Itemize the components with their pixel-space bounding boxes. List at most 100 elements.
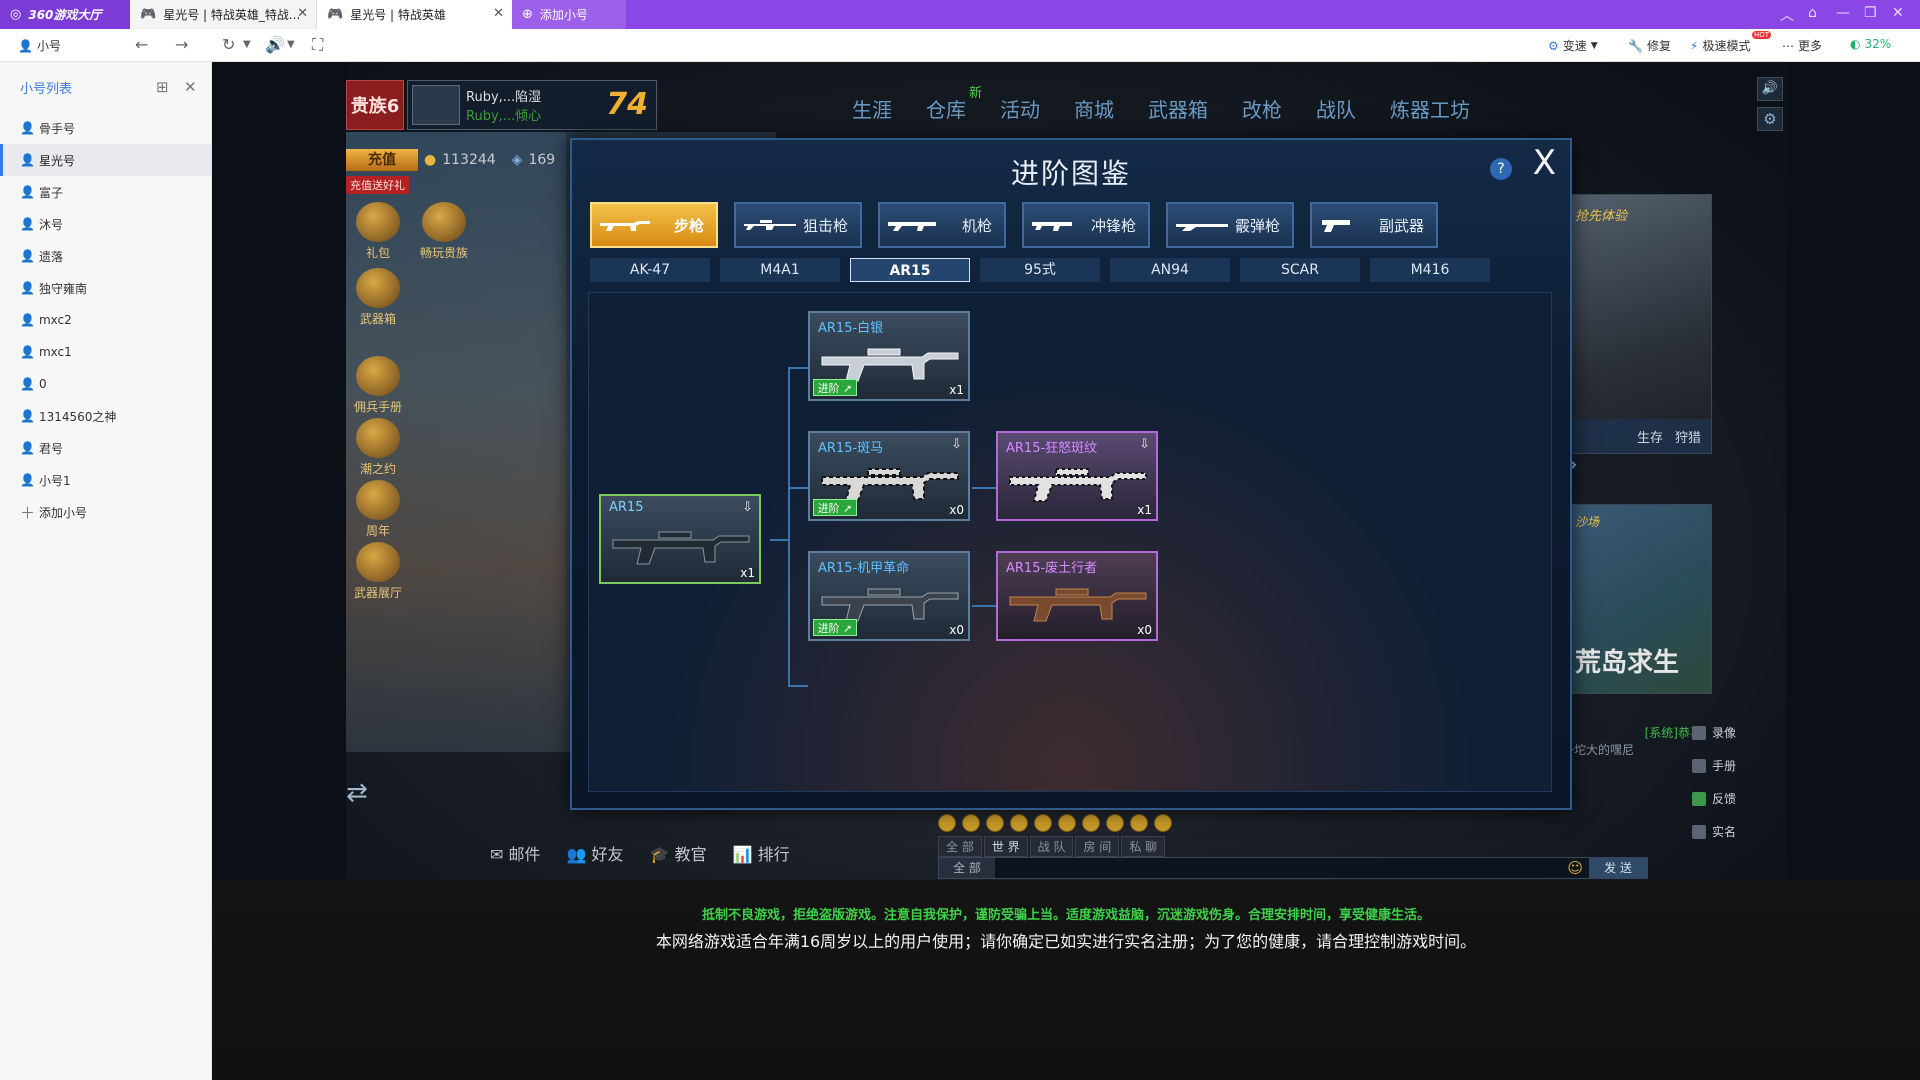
speaker-icon[interactable]: 🔊 <box>1757 77 1783 101</box>
mercenary-manual-button[interactable]: 佣兵手册 <box>352 356 404 415</box>
close-window-icon[interactable]: ✕ <box>1892 5 1904 21</box>
minimize-icon[interactable]: — <box>1836 5 1850 21</box>
vip-play-button[interactable]: 畅玩贵族 <box>418 202 470 261</box>
nav-modify-gun[interactable]: 改枪 <box>1242 94 1282 123</box>
friends-link[interactable]: 👥 好友 <box>567 841 624 865</box>
emoji-icon[interactable] <box>986 814 1004 832</box>
close-tab-icon[interactable]: ✕ <box>297 6 308 21</box>
repair-button[interactable]: 🔧 修复 <box>1628 37 1671 54</box>
ranking-link[interactable]: 📊 排行 <box>733 841 790 865</box>
tab-sniper[interactable]: 狙击枪 <box>734 202 862 248</box>
weapon-card-ar15-wild[interactable]: AR15-狂怒斑纹 ⇩ x1 <box>996 431 1158 521</box>
swap-icon[interactable]: ⇄ <box>346 778 368 808</box>
chat-tab-all[interactable]: 全 部 <box>938 836 982 857</box>
weapon-card-ar15[interactable]: AR15 ⇩ x1 <box>599 494 761 584</box>
emoji-icon[interactable] <box>962 814 980 832</box>
help-icon[interactable]: ? <box>1490 158 1512 180</box>
feedback-link[interactable]: 反馈 <box>1692 790 1736 807</box>
chat-tab-world[interactable]: 世 界 <box>983 836 1028 857</box>
tab-m416[interactable]: M416 <box>1370 258 1490 282</box>
anniversary-button[interactable]: 周年 <box>352 480 404 539</box>
emoji-icon[interactable] <box>1082 814 1100 832</box>
sidebar-item-account[interactable]: 👤 沐号 <box>0 208 211 240</box>
download-icon[interactable]: ⇩ <box>742 500 753 515</box>
close-modal-button[interactable]: X <box>1533 146 1556 180</box>
collapse-icon[interactable]: ︿ <box>1780 5 1794 25</box>
sidebar-item-account[interactable]: 👤 独守雍南 <box>0 272 211 304</box>
weapon-gallery-button[interactable]: 武器展厅 <box>352 542 404 601</box>
back-arrow-icon[interactable]: ← <box>135 35 148 54</box>
tab-game-2[interactable]: 🎮 星光号 | 特战英雄 ✕ <box>317 0 512 29</box>
fullscreen-icon[interactable]: ⛶ <box>312 35 323 55</box>
more-button[interactable]: ⋯ 更多 <box>1782 37 1822 54</box>
download-icon[interactable]: ⇩ <box>951 437 962 452</box>
tab-rifle[interactable]: 步枪 <box>590 202 718 248</box>
advance-button[interactable]: 进阶 ➚ <box>813 499 857 516</box>
sidebar-item-account[interactable]: 👤 mxc2 <box>0 304 211 336</box>
sidebar-item-account[interactable]: 👤 富子 <box>0 176 211 208</box>
weapon-card-ar15-silver[interactable]: AR15-白银 进阶 ➚ x1 <box>808 311 970 401</box>
grid-view-icon[interactable]: ⊞ <box>156 78 169 96</box>
tab-scar[interactable]: SCAR <box>1240 258 1360 282</box>
home-icon[interactable]: ⌂ <box>1808 5 1817 21</box>
restore-icon[interactable]: ❐ <box>1864 5 1877 21</box>
nav-weapon-box[interactable]: 武器箱 <box>1148 94 1208 123</box>
instructor-link[interactable]: 🎓 教官 <box>650 841 707 865</box>
tab-add-account[interactable]: ⊕ 添加小号 <box>512 0 626 29</box>
tab-smg[interactable]: 冲锋枪 <box>1022 202 1150 248</box>
tab-ar15[interactable]: AR15 <box>850 258 970 282</box>
nav-forge[interactable]: 炼器工坊 <box>1390 94 1470 123</box>
weapon-card-ar15-zebra[interactable]: AR15-斑马 ⇩ 进阶 ➚ x0 <box>808 431 970 521</box>
sidebar-item-account[interactable]: 👤 遗落 <box>0 240 211 272</box>
realname-link[interactable]: 实名 <box>1692 823 1736 840</box>
weapon-box-button[interactable]: 武器箱 <box>352 268 404 327</box>
tab-sidearm[interactable]: 副武器 <box>1310 202 1438 248</box>
emoji-icon[interactable] <box>1154 814 1172 832</box>
volume-icon[interactable]: 🔊 <box>265 35 285 54</box>
nav-warehouse[interactable]: 仓库新 <box>926 86 982 123</box>
event-banner-1[interactable]: 抢先体验 生存 狩猎 <box>1562 194 1712 454</box>
weapon-card-ar15-wasteland[interactable]: AR15-废土行者 x0 <box>996 551 1158 641</box>
tab-ak47[interactable]: AK-47 <box>590 258 710 282</box>
download-icon[interactable]: ⇩ <box>1139 437 1150 452</box>
chat-tab-team[interactable]: 战 队 <box>1029 836 1074 857</box>
recharge-button[interactable]: 充值 <box>346 149 418 171</box>
chat-tab-room[interactable]: 房 间 <box>1075 836 1120 857</box>
sidebar-item-account[interactable]: 👤 1314560之神 <box>0 400 211 432</box>
tab-shotgun[interactable]: 霰弹枪 <box>1166 202 1294 248</box>
sidebar-item-account[interactable]: 👤 君号 <box>0 432 211 464</box>
speed-button[interactable]: ⚙ 变速 ▼ <box>1548 37 1598 54</box>
emoji-icon[interactable] <box>938 814 956 832</box>
tab-m4a1[interactable]: M4A1 <box>720 258 840 282</box>
tab-type95[interactable]: 95式 <box>980 258 1100 282</box>
tab-machine-gun[interactable]: 机枪 <box>878 202 1006 248</box>
turbo-mode-button[interactable]: ⚡ 极速模式 HOT <box>1690 31 1772 54</box>
nav-events[interactable]: 活动 <box>1000 94 1040 123</box>
sidebar-item-account[interactable]: 👤 骨手号 <box>0 112 211 144</box>
volume-dropdown-icon[interactable]: ▼ <box>287 39 295 50</box>
account-button[interactable]: 👤 小号 <box>18 37 61 54</box>
chat-tab-private[interactable]: 私 聊 <box>1121 836 1166 857</box>
emoji-icon[interactable] <box>1106 814 1124 832</box>
close-sidebar-icon[interactable]: ✕ <box>184 78 197 96</box>
forward-arrow-icon[interactable]: → <box>175 35 188 54</box>
advance-button[interactable]: 进阶 ➚ <box>813 379 857 396</box>
chat-input[interactable]: 全 部 ☺ 发 送 <box>938 857 1648 879</box>
chat-scope-select[interactable]: 全 部 <box>939 858 995 878</box>
emoji-icon[interactable] <box>1034 814 1052 832</box>
advance-button[interactable]: 进阶 ➚ <box>813 619 857 636</box>
sidebar-item-account-active[interactable]: 👤 星光号 <box>0 144 211 176</box>
emoji-picker-icon[interactable]: ☺ <box>1567 859 1583 877</box>
tab-game-hall[interactable]: ◎ 360游戏大厅 <box>0 0 130 29</box>
tab-game-1[interactable]: 🎮 星光号 | 特战英雄_特战... ✕ <box>130 0 317 29</box>
close-tab-icon[interactable]: ✕ <box>493 6 504 21</box>
tide-button[interactable]: 潮之约 <box>352 418 404 477</box>
sidebar-item-account[interactable]: 👤 mxc1 <box>0 336 211 368</box>
emoji-icon[interactable] <box>1058 814 1076 832</box>
performance-indicator[interactable]: ◐ 32% <box>1850 37 1891 51</box>
sidebar-add-account[interactable]: ＋添加小号 <box>0 496 211 528</box>
event-banner-2[interactable]: 沙场 荒岛求生 <box>1562 504 1712 694</box>
emoji-icon[interactable] <box>1010 814 1028 832</box>
player-info[interactable]: Ruby,...陷湿 Ruby,...倾心 74 <box>407 80 657 130</box>
sidebar-item-account[interactable]: 👤 小号1 <box>0 464 211 496</box>
